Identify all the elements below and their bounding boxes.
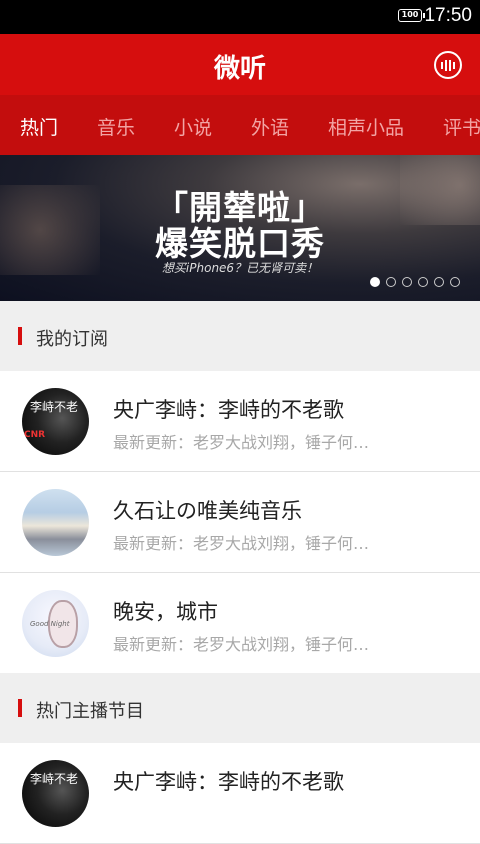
- program-cover: 李峙不老 CNR: [22, 388, 89, 455]
- page-dot: [450, 277, 460, 287]
- tab-storytelling[interactable]: 评书: [443, 113, 480, 140]
- banner-headline-2: 爆笑脱口秀: [155, 224, 325, 263]
- tab-hot[interactable]: 热门: [20, 113, 58, 140]
- page-dot: [370, 277, 380, 287]
- program-cover: 李峙不老: [22, 760, 89, 827]
- tab-crosstalk[interactable]: 相声小品: [328, 113, 404, 140]
- program-title: 央广李峙：李峙的不老歌: [113, 770, 344, 794]
- section-title: 热门主播节目: [36, 701, 144, 722]
- battery-icon: 100: [398, 9, 425, 22]
- subscription-item[interactable]: 李峙不老 CNR 央广李峙：李峙的不老歌 最新更新：老罗大战刘翔，锤子何…: [0, 371, 480, 472]
- category-tab-bar: 热门 音乐 小说 外语 相声小品 评书: [0, 95, 480, 155]
- subscription-item[interactable]: 久石让の唯美纯音乐 最新更新：老罗大战刘翔，锤子何…: [0, 472, 480, 573]
- section-header-subscriptions: 我的订阅: [0, 301, 480, 371]
- program-title: 央广李峙：李峙的不老歌: [113, 398, 344, 422]
- page-dot: [434, 277, 444, 287]
- program-latest-update: 最新更新：老罗大战刘翔，锤子何…: [113, 534, 370, 553]
- program-cover: Good Night: [22, 590, 89, 657]
- tab-foreign-language[interactable]: 外语: [251, 113, 289, 140]
- page-dot: [418, 277, 428, 287]
- status-bar: 100 17:50: [0, 0, 480, 34]
- program-cover: [22, 489, 89, 556]
- banner-subtitle: 想买iPhone6？已无肾可卖！: [161, 261, 319, 275]
- banner-page-indicator: [370, 277, 460, 287]
- app-title: 微听: [213, 54, 266, 84]
- page-dot: [386, 277, 396, 287]
- promo-banner[interactable]: 「開辇啦」 爆笑脱口秀 想买iPhone6？已无肾可卖！: [0, 155, 480, 301]
- program-latest-update: 最新更新：老罗大战刘翔，锤子何…: [113, 635, 370, 654]
- program-title: 久石让の唯美纯音乐: [113, 499, 302, 523]
- section-header-hot-programs: 热门主播节目: [0, 673, 480, 743]
- section-title: 我的订阅: [36, 329, 108, 350]
- program-title: 晚安，城市: [113, 600, 218, 624]
- app-bar: 微听: [0, 34, 480, 95]
- tab-music[interactable]: 音乐: [97, 113, 135, 140]
- page-dot: [402, 277, 412, 287]
- program-latest-update: 最新更新：老罗大战刘翔，锤子何…: [113, 433, 370, 452]
- hot-program-item[interactable]: 李峙不老 央广李峙：李峙的不老歌: [0, 743, 480, 844]
- subscription-item[interactable]: Good Night 晚安，城市 最新更新：老罗大战刘翔，锤子何…: [0, 573, 480, 674]
- status-time: 17:50: [424, 5, 472, 26]
- radio-icon[interactable]: [434, 51, 462, 79]
- tab-novel[interactable]: 小说: [174, 113, 212, 140]
